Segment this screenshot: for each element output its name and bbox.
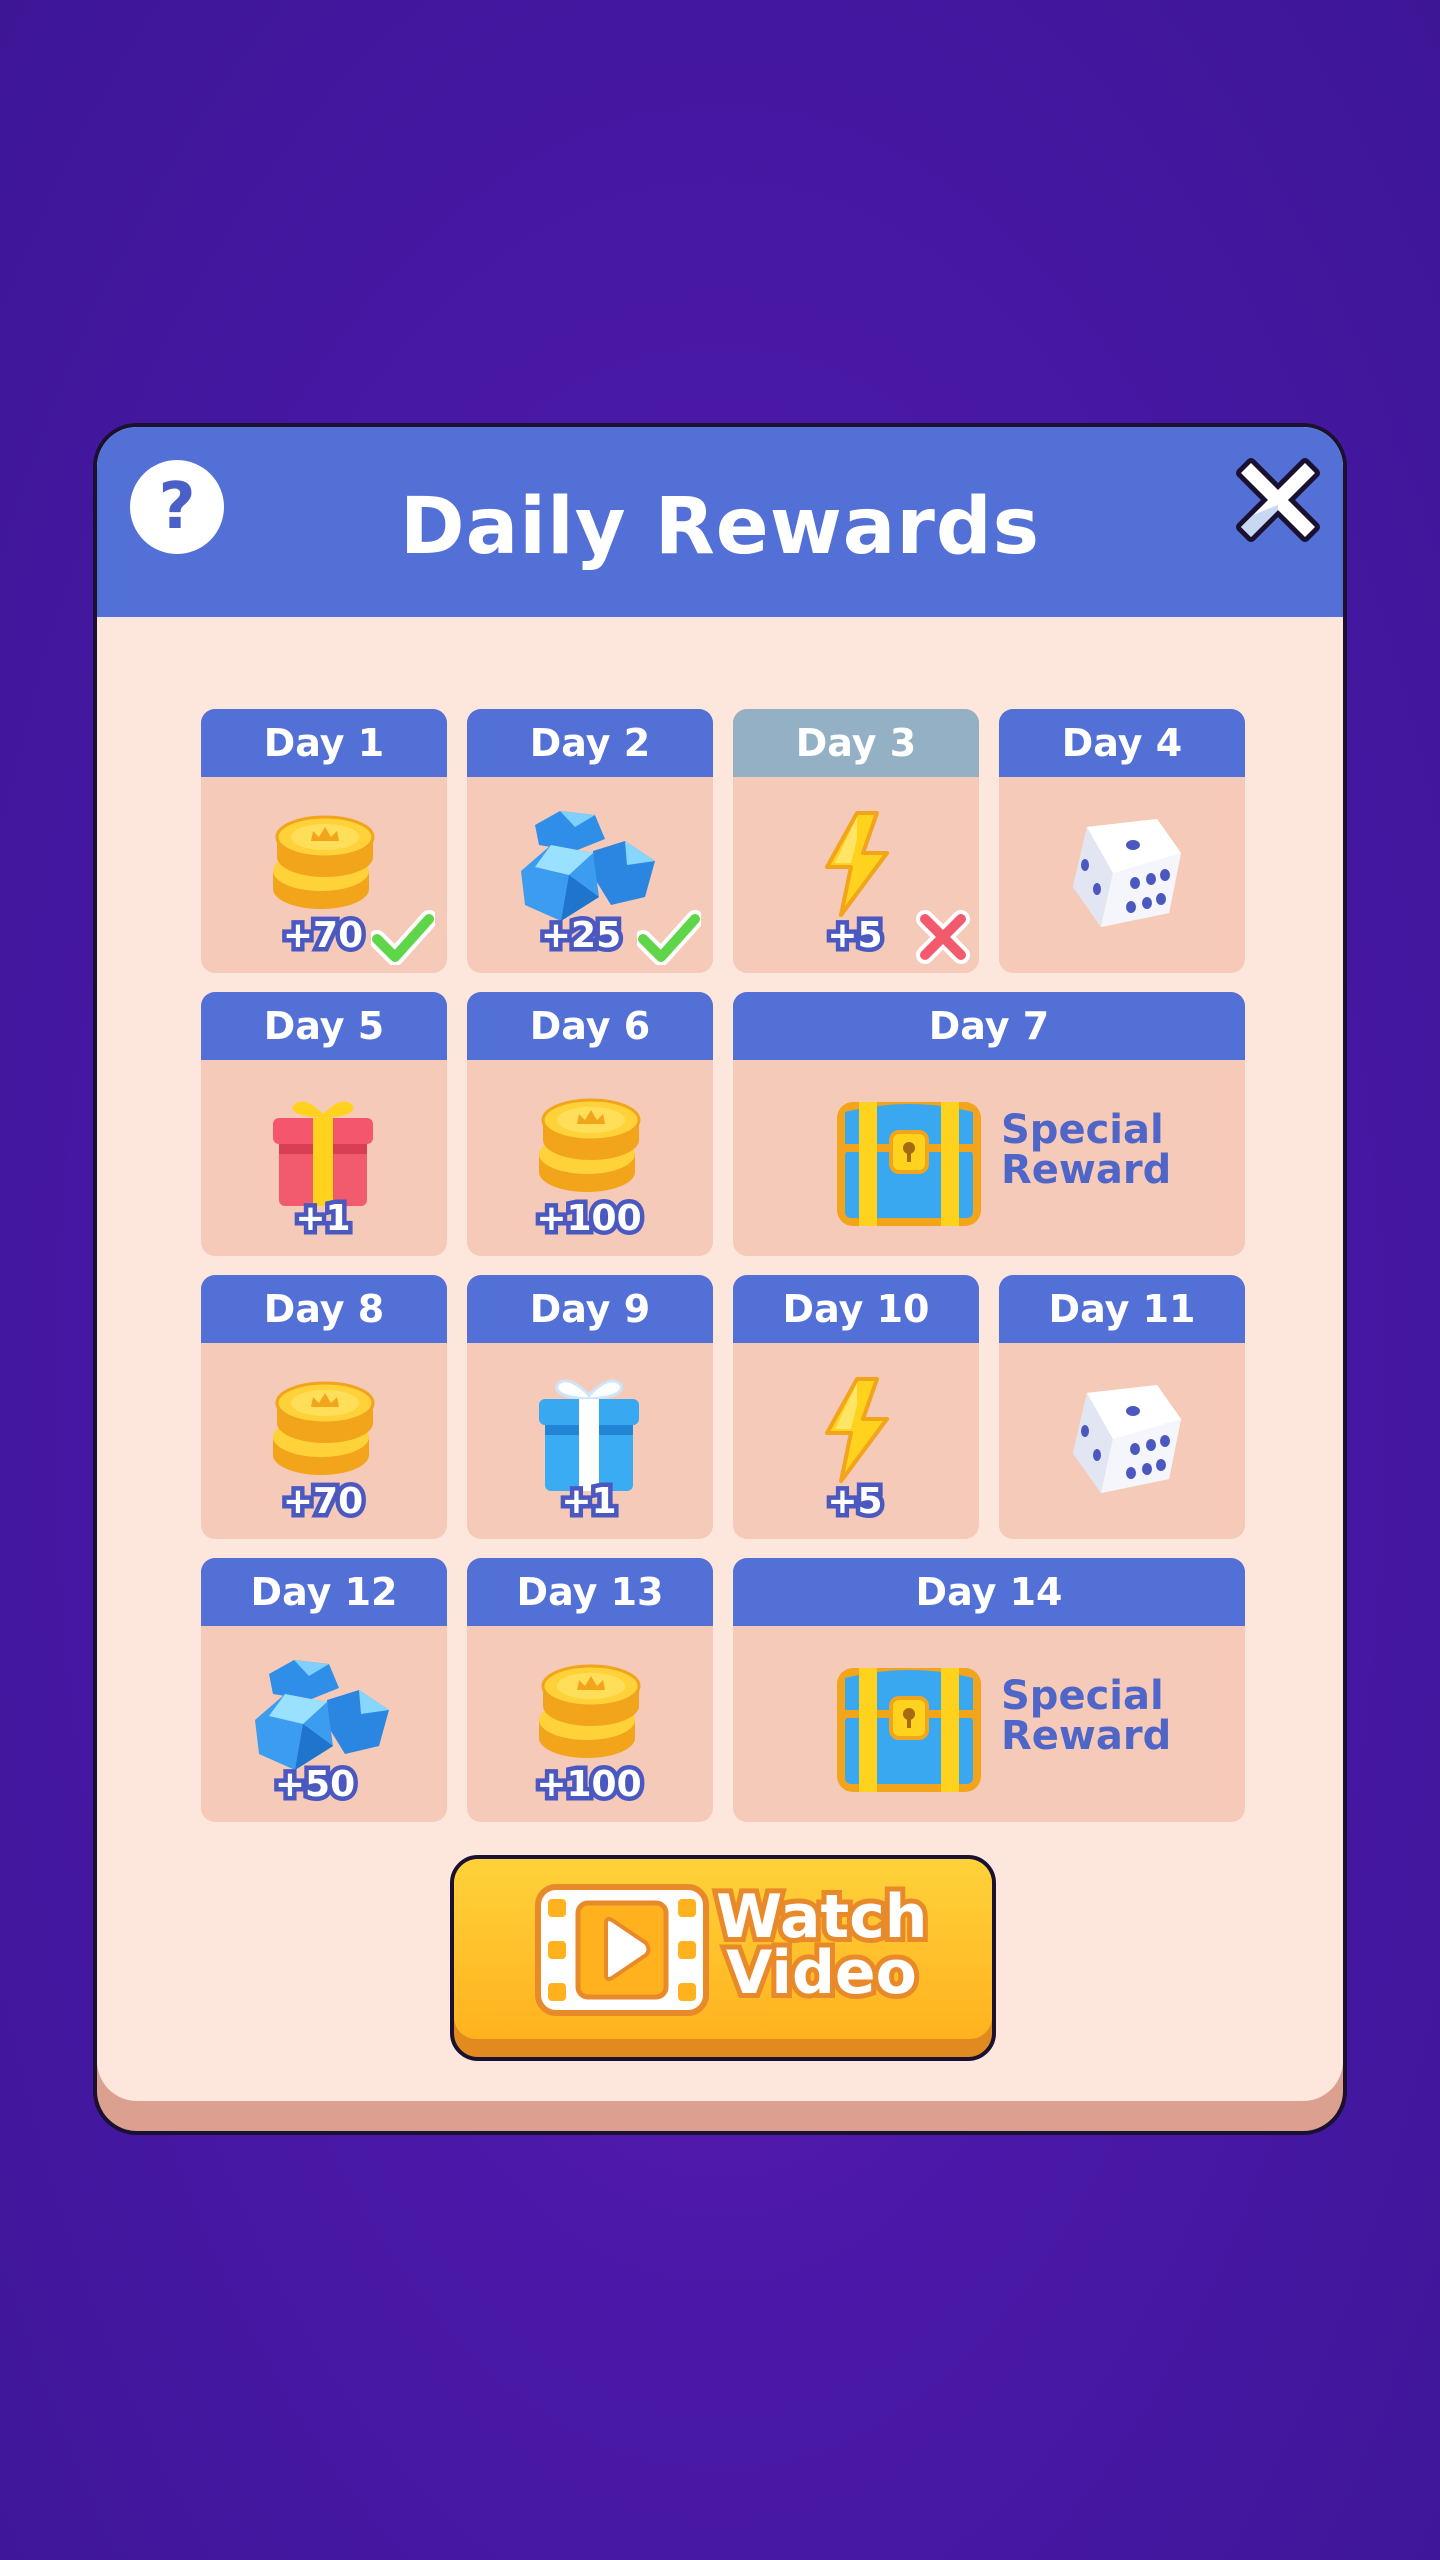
coins-icon xyxy=(529,1658,649,1772)
reward-card-day-13[interactable]: Day 13 +100 xyxy=(467,1558,713,1822)
reward-day-label: Day 1 xyxy=(201,709,447,777)
reward-card-day-7[interactable]: Day 7 Special Reward xyxy=(733,992,1245,1256)
dialog-title: Daily Rewards xyxy=(399,482,1041,572)
reward-day-label: Day 9 xyxy=(467,1275,713,1343)
special-reward-label: Special Reward xyxy=(1001,1676,1171,1756)
reward-card-day-10[interactable]: Day 10 +5 xyxy=(733,1275,979,1539)
reward-day-label: Day 11 xyxy=(999,1275,1245,1343)
reward-day-label: Day 6 xyxy=(467,992,713,1060)
film-play-icon xyxy=(535,1884,709,2016)
special-reward-line2: Reward xyxy=(1001,1713,1172,1759)
close-icon[interactable] xyxy=(1233,455,1323,545)
reward-card-day-8[interactable]: Day 8 +70 xyxy=(201,1275,447,1539)
reward-card-day-9[interactable]: Day 9 +1 xyxy=(467,1275,713,1539)
reward-card-day-5[interactable]: Day 5 +1 xyxy=(201,992,447,1256)
gems-icon xyxy=(249,1654,399,1778)
reward-card-day-12[interactable]: Day 12 +50 xyxy=(201,1558,447,1822)
coins-icon xyxy=(529,1092,649,1206)
reward-amount: +70 xyxy=(278,1477,367,1527)
reward-amount: +1 xyxy=(557,1477,621,1527)
special-reward-line1: Special xyxy=(1001,1673,1164,1719)
reward-day-label: Day 12 xyxy=(201,1558,447,1626)
reward-amount: +100 xyxy=(532,1194,646,1244)
watch-video-label: Watch Video xyxy=(711,1882,932,2008)
reward-card-day-6[interactable]: Day 6 +100 xyxy=(467,992,713,1256)
reward-day-label: Day 10 xyxy=(733,1275,979,1343)
reward-day-label: Day 4 xyxy=(999,709,1245,777)
reward-day-label: Day 8 xyxy=(201,1275,447,1343)
coins-icon xyxy=(263,809,383,923)
reward-amount: +5 xyxy=(823,911,887,961)
dialog-body: ? Daily Rewards Day 1 +70 Day 2 +25 Day 3 … xyxy=(97,427,1343,2101)
reward-amount: +50 xyxy=(270,1760,359,1810)
reward-amount: +5 xyxy=(823,1477,887,1527)
reward-amount: +1 xyxy=(291,1194,355,1244)
energy-icon xyxy=(811,1375,901,1489)
special-reward-line2: Reward xyxy=(1001,1147,1172,1193)
special-reward-line1: Special xyxy=(1001,1107,1164,1153)
reward-card-day-1[interactable]: Day 1 +70 xyxy=(201,709,447,973)
reward-day-label: Day 3 xyxy=(733,709,979,777)
reward-day-label: Day 7 xyxy=(733,992,1245,1060)
reward-card-day-2[interactable]: Day 2 +25 xyxy=(467,709,713,973)
watch-label-line1: Watch xyxy=(711,1882,932,1952)
check-icon xyxy=(368,909,438,969)
reward-day-label: Day 5 xyxy=(201,992,447,1060)
watch-video-button-face: Watch Video xyxy=(454,1859,992,2039)
watch-label-line2: Video xyxy=(721,1938,922,2008)
dice-icon xyxy=(1057,1379,1187,1503)
energy-icon xyxy=(811,809,901,923)
watch-video-button[interactable]: Watch Video xyxy=(450,1855,996,2061)
special-reward-label: Special Reward xyxy=(1001,1110,1171,1190)
dialog-header: ? Daily Rewards xyxy=(97,427,1343,617)
dice-icon xyxy=(1057,813,1187,937)
chest-icon xyxy=(829,1658,989,1802)
reward-card-day-14[interactable]: Day 14 Special Reward xyxy=(733,1558,1245,1822)
reward-day-label: Day 14 xyxy=(733,1558,1245,1626)
reward-day-label: Day 13 xyxy=(467,1558,713,1626)
coins-icon xyxy=(263,1375,383,1489)
reward-amount: +100 xyxy=(532,1760,646,1810)
check-icon xyxy=(634,909,704,969)
cross-icon xyxy=(915,909,971,969)
reward-card-day-3[interactable]: Day 3 +5 xyxy=(733,709,979,973)
reward-card-day-11[interactable]: Day 11 xyxy=(999,1275,1245,1539)
reward-card-day-4[interactable]: Day 4 xyxy=(999,709,1245,973)
reward-day-label: Day 2 xyxy=(467,709,713,777)
chest-icon xyxy=(829,1092,989,1236)
daily-rewards-dialog: ? Daily Rewards Day 1 +70 Day 2 +25 Day 3 … xyxy=(93,423,1347,2135)
